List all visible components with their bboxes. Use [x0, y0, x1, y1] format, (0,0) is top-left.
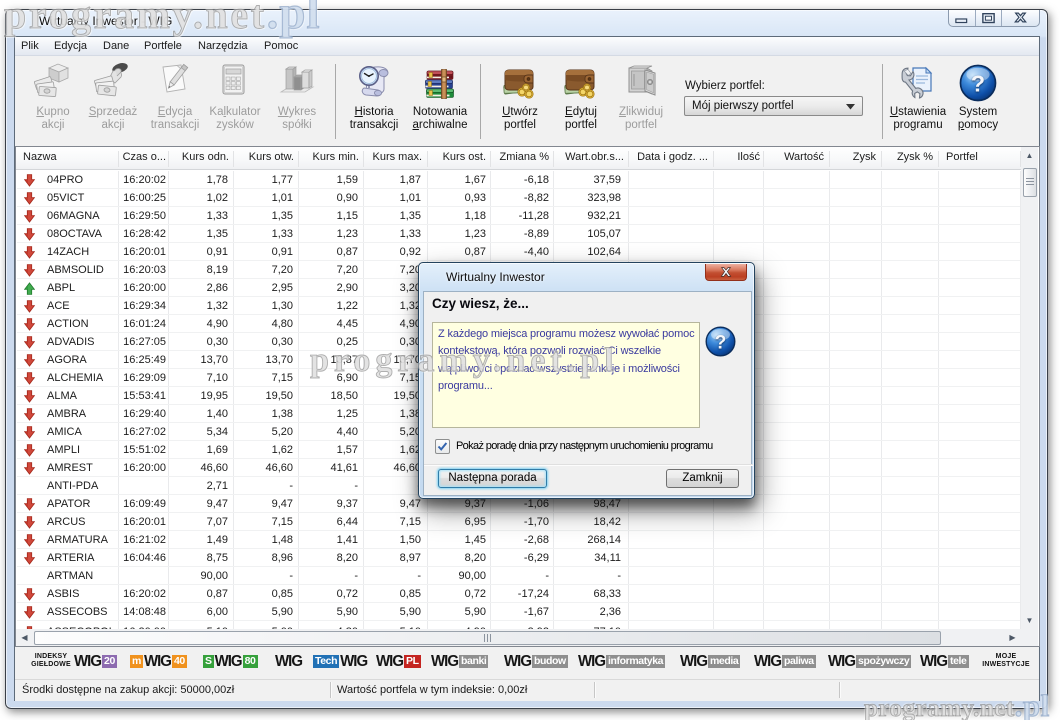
svg-text:?: ? [971, 70, 985, 96]
svg-text:?: ? [715, 332, 727, 353]
